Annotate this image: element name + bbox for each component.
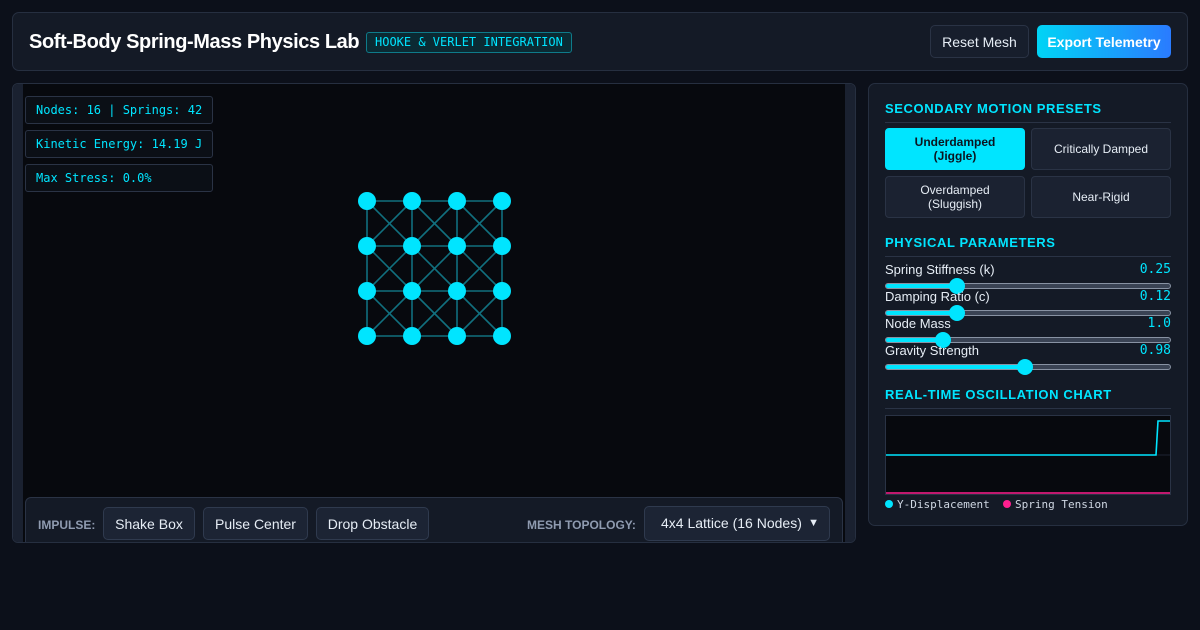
- gravity-label: Gravity Strength: [885, 343, 979, 358]
- mesh-topology-value: 4x4 Lattice (16 Nodes): [661, 515, 802, 531]
- slider-thumb[interactable]: [1017, 359, 1034, 375]
- mass-node[interactable]: [403, 237, 421, 255]
- integration-badge: HOOKE & VERLET INTEGRATION: [366, 32, 572, 53]
- preset-label: Overdamped (Sluggish): [920, 183, 990, 211]
- oscillation-chart: [885, 415, 1171, 495]
- control-panel: SECONDARY MOTION PRESETS Underdamped (Ji…: [868, 83, 1188, 526]
- mass-node[interactable]: [448, 192, 466, 210]
- legend-spring-tension: Spring Tension: [1003, 498, 1108, 511]
- mass-node[interactable]: [493, 282, 511, 300]
- slider-fill: [886, 311, 957, 315]
- mass-node[interactable]: [403, 282, 421, 300]
- mass-node[interactable]: [358, 192, 376, 210]
- legend-label: Spring Tension: [1015, 498, 1108, 511]
- legend-label: Y-Displacement: [897, 498, 990, 511]
- drop-obstacle-button[interactable]: Drop Obstacle: [316, 507, 429, 540]
- preset-underdamped[interactable]: Underdamped (Jiggle): [885, 128, 1025, 170]
- chart-heading: REAL-TIME OSCILLATION CHART: [885, 387, 1171, 409]
- legend-dot: [885, 500, 893, 508]
- mass-node[interactable]: [403, 192, 421, 210]
- gravity-slider[interactable]: [885, 359, 1171, 375]
- node-spring-count: Nodes: 16 | Springs: 42: [25, 96, 213, 124]
- mass-node[interactable]: [358, 327, 376, 345]
- legend-dot: [1003, 500, 1011, 508]
- stiffness-value: 0.25: [1139, 262, 1171, 277]
- mass-node[interactable]: [448, 327, 466, 345]
- shake-box-button[interactable]: Shake Box: [103, 507, 195, 540]
- damping-label: Damping Ratio (c): [885, 289, 990, 304]
- mass-node[interactable]: [448, 282, 466, 300]
- mass-value: 1.0: [1147, 316, 1171, 331]
- mass-node[interactable]: [493, 192, 511, 210]
- mass-node[interactable]: [448, 237, 466, 255]
- app-header: Soft-Body Spring-Mass Physics Lab HOOKE …: [12, 12, 1188, 71]
- mass-node[interactable]: [358, 237, 376, 255]
- gravity-value: 0.98: [1139, 343, 1171, 358]
- mass-node[interactable]: [358, 282, 376, 300]
- chevron-down-icon: ▼: [808, 517, 819, 529]
- preset-label: Underdamped (Jiggle): [914, 135, 996, 163]
- y-displacement-line: [886, 420, 1170, 456]
- mass-node[interactable]: [493, 327, 511, 345]
- parameters-heading: PHYSICAL PARAMETERS: [885, 235, 1171, 257]
- impulse-label: IMPULSE:: [38, 518, 96, 532]
- stiffness-label: Spring Stiffness (k): [885, 262, 995, 277]
- oscillation-plot: [886, 420, 1170, 494]
- max-stress-readout: Max Stress: 0.0%: [25, 164, 213, 192]
- preset-label: Near-Rigid: [1072, 190, 1130, 204]
- page-title: Soft-Body Spring-Mass Physics Lab: [29, 31, 360, 53]
- presets-heading: SECONDARY MOTION PRESETS: [885, 101, 1171, 123]
- mesh-topology-select[interactable]: 4x4 Lattice (16 Nodes) ▼: [644, 506, 830, 541]
- reset-mesh-button[interactable]: Reset Mesh: [930, 25, 1029, 58]
- preset-label: Critically Damped: [1053, 142, 1149, 156]
- impulse-toolbar: IMPULSE: Shake Box Pulse Center Drop Obs…: [25, 497, 843, 542]
- damping-value: 0.12: [1139, 289, 1171, 304]
- simulation-canvas[interactable]: Nodes: 16 | Springs: 42 Kinetic Energy: …: [12, 83, 856, 543]
- slider-thumb[interactable]: [949, 305, 965, 321]
- preset-near-rigid[interactable]: Near-Rigid: [1031, 176, 1171, 218]
- kinetic-energy-readout: Kinetic Energy: 14.19 J: [25, 130, 213, 158]
- preset-critically-damped[interactable]: Critically Damped: [1031, 128, 1171, 170]
- mass-node[interactable]: [493, 237, 511, 255]
- slider-fill: [886, 365, 1026, 369]
- mass-node[interactable]: [403, 327, 421, 345]
- export-telemetry-button[interactable]: Export Telemetry: [1037, 25, 1171, 58]
- mass-label: Node Mass: [885, 316, 951, 331]
- slider-fill: [886, 284, 957, 288]
- mesh-topology-label: MESH TOPOLOGY:: [527, 518, 636, 532]
- legend-y-displacement: Y-Displacement: [885, 498, 990, 511]
- preset-overdamped[interactable]: Overdamped (Sluggish): [885, 176, 1025, 218]
- pulse-center-button[interactable]: Pulse Center: [203, 507, 308, 540]
